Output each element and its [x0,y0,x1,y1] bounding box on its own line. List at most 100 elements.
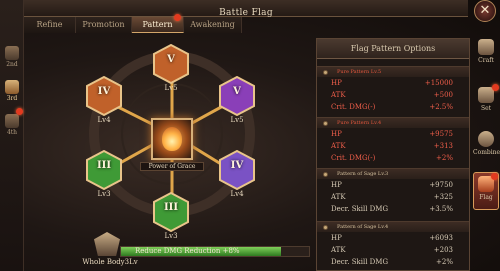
window-title-bar: Battle Flag [24,0,468,18]
stat-row: Decr. Skill DMG +3.5% [317,203,469,215]
pattern-node-level: Lv3 [164,232,178,240]
pattern-node-level: Lv5 [230,116,244,124]
tab-refine[interactable]: Refine [24,17,76,33]
option-group-title: Pure Pattern Lv.4 [337,120,382,126]
stat-name: HP [331,79,342,87]
stat-value: +500 [433,91,453,99]
flag-slot-4th[interactable]: 4th [1,112,23,142]
flag-slot-icon [5,46,19,60]
option-group-title: Pattern of Sage Lv.3 [337,171,389,177]
group-marker-icon [323,121,328,126]
menu-flag[interactable]: Flag [473,172,499,210]
options-title: Flag Pattern Options [317,39,469,59]
ring-icon [478,131,494,147]
stat-name: Crit. DMG(-) [331,103,376,111]
tab-awakening[interactable]: Awakening [184,17,242,33]
stat-value: +313 [433,142,453,150]
group-marker-icon [323,172,328,177]
stat-row: ATK +325 [317,191,469,203]
armor-crest-icon [94,232,120,256]
stat-value: +9575 [429,130,453,138]
pattern-node-top-right[interactable]: V Lv5 [217,76,257,124]
flame-orb-icon [162,127,182,151]
pattern-node-tier: III [96,160,112,171]
right-menu-rail: Craft Set Combine Flag [472,24,500,271]
tab-label: Awakening [190,20,235,29]
stat-row: Decr. Skill DMG +2% [317,256,469,268]
stat-row: Crit. DMG(-) +2.5% [317,101,469,113]
flag-slot-label: 4th [6,129,18,136]
menu-combine[interactable]: Combine [473,128,500,166]
stat-name: Decr. Skill DMG [331,205,389,213]
tab-pattern[interactable]: Pattern [132,14,184,33]
stat-value: +9750 [429,181,453,189]
stat-name: ATK [331,142,346,150]
flag-pattern-options-panel[interactable]: Flag Pattern Options Pure Pattern Lv.5 H… [316,38,470,271]
option-group-header: Pattern of Sage Lv.3 [317,168,469,179]
menu-craft[interactable]: Craft [473,36,499,74]
option-group-header: Pure Pattern Lv.4 [317,117,469,128]
group-marker-icon [323,70,328,75]
pattern-node-level: Lv3 [97,190,111,198]
flag-slot-icon [5,114,19,128]
flag-slot-2nd[interactable]: 2nd [1,44,23,74]
pattern-node-tier: V [167,54,175,65]
flag-slot-3rd[interactable]: 3rd [1,78,23,108]
menu-label: Combine [473,149,500,156]
menu-label: Set [480,105,492,112]
option-group: Pattern of Sage Lv.3 HP +9750 ATK +325 Dec… [317,168,469,215]
notification-dot [491,173,498,180]
flag-slot-label: 3rd [6,95,18,102]
battle-flag-window: 2nd 3rd 4th Battle Flag Refine Promotion… [0,0,500,271]
option-group-title: Pattern of Sage Lv.4 [337,224,389,230]
option-group-header: Pattern of Sage Lv.4 [317,221,469,232]
stat-name: HP [331,181,342,189]
stat-row: ATK +313 [317,140,469,152]
stat-value: +325 [433,193,453,201]
menu-set[interactable]: Set [473,84,499,122]
stat-value: +2.5% [429,103,453,111]
option-group: Pure Pattern Lv.5 HP +15000 ATK +500 Crit.… [317,66,469,113]
menu-label: Flag [479,194,493,201]
notification-dot [492,84,499,91]
pattern-node-top-left[interactable]: IV Lv4 [84,76,124,124]
stat-value: +203 [433,246,453,254]
stat-row: HP +15000 [317,77,469,89]
anvil-icon [478,39,494,55]
pattern-node-level: Lv4 [97,116,111,124]
whole-body-label: Whole Body3Lv [82,258,138,266]
stat-row: HP +9750 [317,179,469,191]
flag-slot-icon [5,80,19,94]
power-of-grace-core[interactable]: Power of Grace [140,118,204,178]
core-caption: Power of Grace [140,162,204,171]
close-icon: ✕ [479,3,491,18]
tab-label: Pattern [142,20,173,29]
option-group: Pure Pattern Lv.4 HP +9575 ATK +313 Crit. … [317,117,469,164]
tab-promotion[interactable]: Promotion [76,17,132,33]
pattern-node-tier: V [233,86,241,97]
whole-body-bonus-text: Reduce DMG Reduction +8% [135,247,240,255]
stat-row: ATK +203 [317,244,469,256]
pattern-node-bottom-right[interactable]: IV Lv4 [217,150,257,198]
pattern-node-bottom-left[interactable]: III Lv3 [84,150,124,198]
whole-body-progress: Reduce DMG Reduction +8% [120,246,310,257]
close-button[interactable]: ✕ [472,0,498,22]
menu-label: Craft [478,57,494,64]
stat-value: +3.5% [429,205,453,213]
pattern-node-tier: III [163,202,179,213]
stat-row: ATK +500 [317,89,469,101]
stat-value: +2% [436,154,453,162]
stat-row: HP +9575 [317,128,469,140]
option-group-title: Pure Pattern Lv.5 [337,69,382,75]
option-group-header: Pure Pattern Lv.5 [317,66,469,77]
tab-label: Promotion [82,20,125,29]
group-marker-icon [323,225,328,230]
pattern-node-top[interactable]: V Lv5 [151,44,191,92]
pattern-node-bottom[interactable]: III Lv3 [151,192,191,240]
notification-dot [174,14,181,21]
stat-value: +2% [436,258,453,266]
stat-value: +15000 [424,79,453,87]
pattern-node-tier: IV [97,86,111,97]
stat-name: ATK [331,193,346,201]
option-group: Pattern of Sage Lv.4 HP +6093 ATK +203 Dec… [317,221,469,268]
